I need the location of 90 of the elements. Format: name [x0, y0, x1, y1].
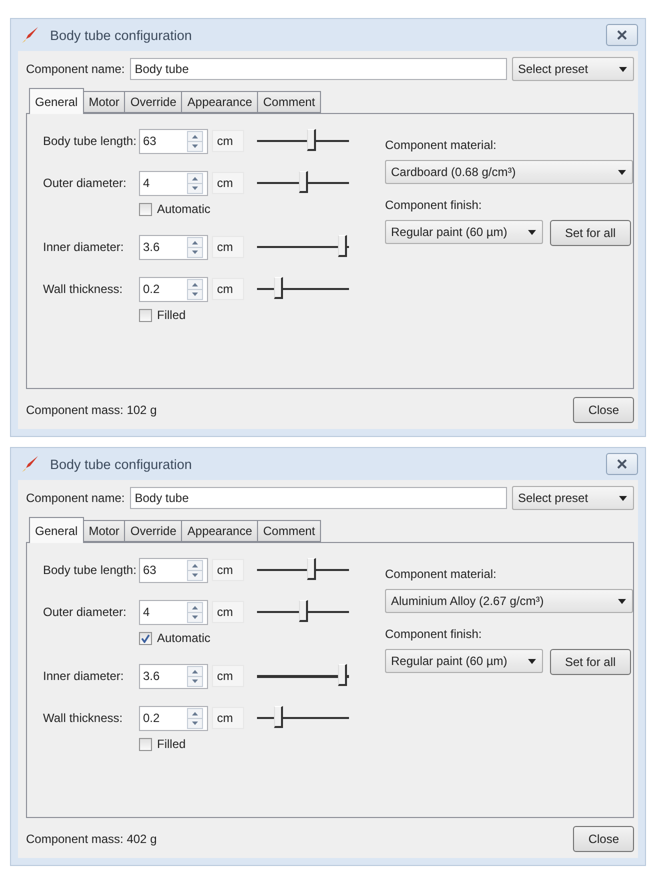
- tab[interactable]: Comment: [257, 520, 322, 542]
- unit-label: cm: [212, 172, 244, 194]
- tab[interactable]: General: [29, 88, 84, 114]
- field-label: Body tube length:: [43, 134, 138, 148]
- tab[interactable]: Motor: [82, 520, 126, 542]
- finish-label: Component finish:: [385, 198, 483, 212]
- tab[interactable]: Appearance: [181, 520, 258, 542]
- tab[interactable]: Override: [124, 91, 182, 113]
- caret-icon: [528, 658, 536, 664]
- spinner-arrows-icon[interactable]: [187, 560, 203, 580]
- window-title: Body tube configuration: [50, 28, 192, 42]
- spinner-field[interactable]: 63: [139, 128, 208, 154]
- slider[interactable]: [257, 171, 349, 195]
- checkbox[interactable]: [139, 202, 152, 216]
- name-input-field[interactable]: Body tube: [130, 58, 507, 80]
- field-label: Wall thickness:: [43, 282, 124, 296]
- slider[interactable]: [257, 277, 349, 301]
- checkbox[interactable]: [139, 308, 152, 322]
- checkbox-label: Automatic: [157, 631, 210, 645]
- set-for-all-button[interactable]: Set for all: [550, 220, 631, 246]
- unit-label: cm: [212, 278, 244, 300]
- field-label: Wall thickness:: [43, 711, 124, 725]
- caret-icon: [619, 496, 627, 500]
- name-input-field[interactable]: Body tube: [130, 487, 507, 509]
- spinner-field[interactable]: 3.6: [139, 664, 208, 688]
- tab[interactable]: Motor: [82, 91, 126, 113]
- window-title: Body tube configuration: [50, 456, 192, 472]
- spinner-field[interactable]: 0.2: [139, 706, 208, 730]
- tab[interactable]: Appearance: [181, 91, 258, 113]
- slider[interactable]: [257, 129, 349, 153]
- field-label: Body tube length:: [43, 563, 138, 577]
- close-icon: [617, 459, 627, 469]
- slider[interactable]: [257, 706, 349, 730]
- component-mass-text: Component mass: 402 g: [26, 832, 157, 846]
- tab[interactable]: General: [29, 517, 84, 543]
- spinner-field[interactable]: 4: [139, 170, 208, 196]
- field-label: Inner diameter:: [43, 240, 125, 254]
- checkbox-label: Filled: [157, 308, 186, 322]
- slider[interactable]: [257, 235, 349, 259]
- slider[interactable]: [257, 600, 349, 624]
- preset-dropdown[interactable]: Select preset: [512, 57, 634, 81]
- checkbox[interactable]: [139, 632, 152, 644]
- field-label: Inner diameter:: [43, 669, 125, 683]
- finish-label: Component finish:: [385, 627, 483, 641]
- caret-icon: [528, 230, 536, 234]
- material-label: Component material:: [385, 567, 498, 581]
- caret-icon: [619, 66, 627, 72]
- tab[interactable]: Comment: [257, 91, 322, 113]
- spinner-field[interactable]: 63: [139, 558, 208, 582]
- preset-dropdown[interactable]: Select preset: [512, 486, 634, 510]
- spinner-arrows-icon[interactable]: [187, 666, 203, 686]
- field-label: Component name:: [26, 62, 125, 76]
- caret-icon: [618, 598, 626, 604]
- close-window-button[interactable]: [606, 24, 638, 46]
- field-label: Component name:: [26, 491, 125, 505]
- close-window-button[interactable]: [606, 453, 638, 475]
- spinner-arrows-icon[interactable]: [187, 130, 203, 152]
- unit-label: cm: [212, 601, 244, 623]
- spinner-arrows-icon[interactable]: [187, 708, 203, 728]
- spinner-field[interactable]: 0.2: [139, 276, 208, 302]
- material-label: Component material:: [385, 138, 498, 152]
- unit-label: cm: [212, 665, 244, 687]
- close-icon: [617, 30, 627, 40]
- unit-label: cm: [212, 707, 244, 729]
- unit-label: cm: [212, 236, 244, 258]
- spinner-arrows-icon[interactable]: [187, 278, 203, 300]
- slider[interactable]: [257, 558, 349, 582]
- spinner-arrows-icon[interactable]: [187, 236, 203, 258]
- field-label: Outer diameter:: [43, 605, 128, 619]
- tab[interactable]: Override: [124, 520, 182, 542]
- material-dropdown[interactable]: Aluminium Alloy (2.67 g/cm³): [385, 589, 633, 613]
- slider[interactable]: [257, 664, 349, 688]
- unit-label: cm: [212, 130, 244, 152]
- unit-label: cm: [212, 559, 244, 581]
- spinner-arrows-icon[interactable]: [187, 602, 203, 622]
- caret-icon: [618, 170, 626, 174]
- spinner-field[interactable]: 3.6: [139, 234, 208, 260]
- component-mass-text: Component mass: 102 g: [26, 403, 157, 417]
- checkbox-label: Filled: [157, 737, 186, 751]
- close-button[interactable]: Close: [573, 397, 634, 423]
- material-dropdown[interactable]: Cardboard (0.68 g/cm³): [385, 160, 633, 184]
- close-button[interactable]: Close: [573, 826, 634, 852]
- set-for-all-button[interactable]: Set for all: [550, 649, 631, 675]
- finish-dropdown[interactable]: Regular paint (60 µm): [385, 220, 543, 244]
- finish-dropdown[interactable]: Regular paint (60 µm): [385, 649, 543, 673]
- spinner-arrows-icon[interactable]: [187, 172, 203, 194]
- field-label: Outer diameter:: [43, 176, 128, 190]
- checkbox[interactable]: [139, 738, 152, 750]
- spinner-field[interactable]: 4: [139, 600, 208, 624]
- checkbox-label: Automatic: [157, 202, 210, 216]
